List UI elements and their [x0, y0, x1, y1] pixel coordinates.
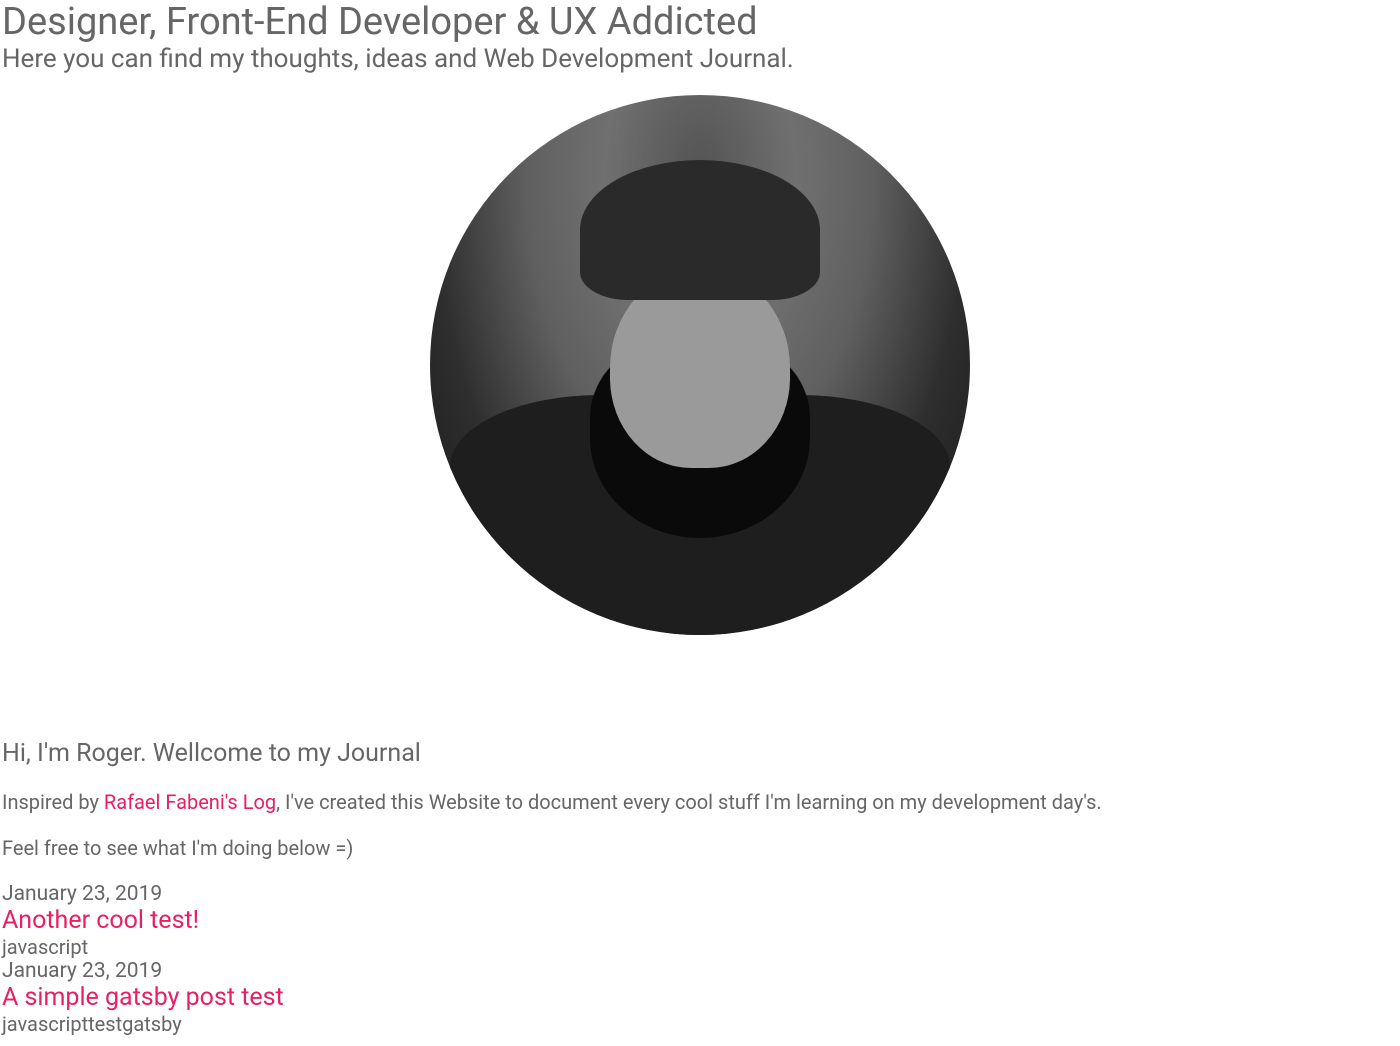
intro-greeting: Hi, I'm Roger. Wellcome to my Journal	[2, 739, 1398, 768]
post-tags: javascript	[2, 936, 1398, 959]
intro-inspired: Inspired by Rafael Fabeni's Log, I've cr…	[2, 790, 1398, 814]
page-title: Designer, Front-End Developer & UX Addic…	[2, 2, 1398, 44]
inspired-link[interactable]: Rafael Fabeni's Log	[104, 790, 276, 814]
avatar-container	[2, 95, 1398, 639]
avatar-image	[430, 95, 970, 635]
post-title-link[interactable]: A simple gatsby post test	[2, 984, 1398, 1013]
post-date: January 23, 2019	[2, 959, 1398, 984]
inspired-prefix: Inspired by	[2, 790, 104, 814]
intro-feel-free: Feel free to see what I'm doing below =)	[2, 836, 1398, 860]
post-list: January 23, 2019 Another cool test! java…	[2, 882, 1398, 1036]
post-tags: javascripttestgatsby	[2, 1013, 1398, 1036]
page-subtitle: Here you can find my thoughts, ideas and…	[2, 44, 1398, 75]
post-item: January 23, 2019 A simple gatsby post te…	[2, 959, 1398, 1036]
inspired-suffix: , I've created this Website to document …	[276, 790, 1102, 814]
post-item: January 23, 2019 Another cool test! java…	[2, 882, 1398, 959]
post-date: January 23, 2019	[2, 882, 1398, 907]
post-title-link[interactable]: Another cool test!	[2, 907, 1398, 936]
